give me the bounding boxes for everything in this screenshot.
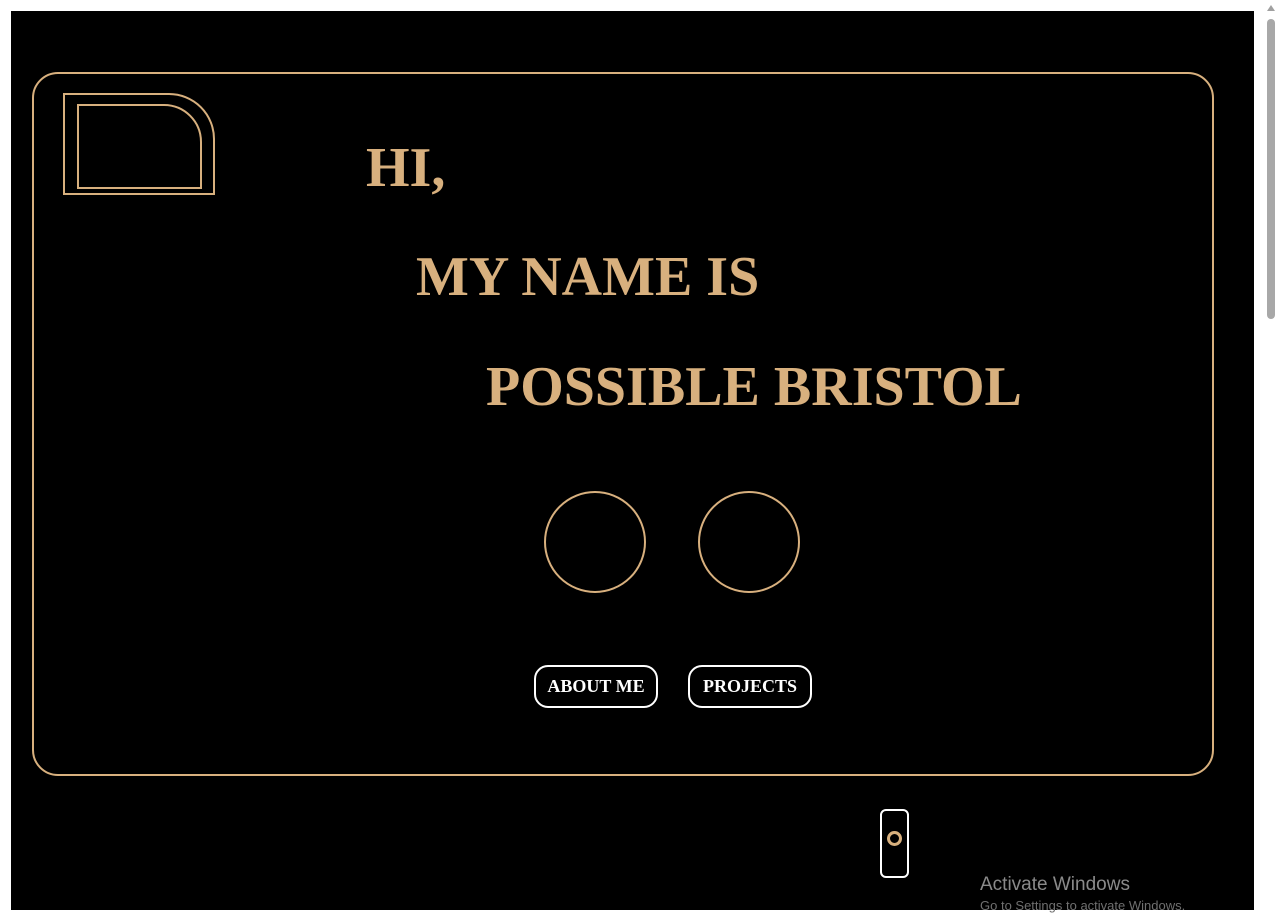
toggle-switch-icon (887, 831, 902, 846)
windows-activation-subtitle: Go to Settings to activate Windows. (980, 898, 1186, 913)
decorative-circle-left (544, 491, 646, 593)
hero-name: POSSIBLE BRISTOL (486, 356, 1022, 418)
vertical-scrollbar[interactable] (1262, 0, 1280, 921)
page-viewport: HI, MY NAME IS POSSIBLE BRISTOL ABOUT ME… (11, 11, 1254, 910)
hero-intro: MY NAME IS (416, 246, 760, 308)
windows-activation-title: Activate Windows (980, 874, 1130, 895)
scrollbar-thumb[interactable] (1267, 19, 1275, 319)
projects-button[interactable]: PROJECTS (688, 665, 812, 708)
chevron-up-icon[interactable] (1267, 5, 1275, 11)
corner-decoration-inner (77, 104, 202, 189)
hero-greeting: HI, (366, 137, 446, 199)
decorative-circle-right (698, 491, 800, 593)
theme-toggle[interactable] (880, 809, 909, 878)
about-me-button[interactable]: ABOUT ME (534, 665, 658, 708)
